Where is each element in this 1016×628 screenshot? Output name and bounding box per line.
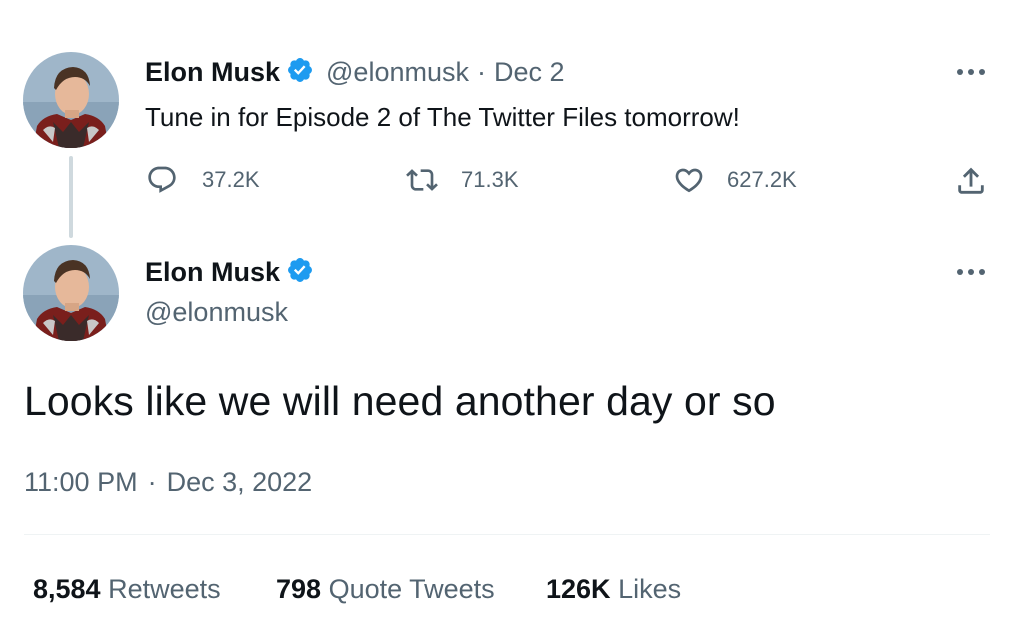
likes-label: Likes [618,574,682,604]
avatar[interactable] [23,52,119,148]
share-icon[interactable] [954,164,988,203]
retweet-button[interactable]: 71.3K [405,164,519,196]
tweet-date[interactable]: Dec 2 [494,57,565,88]
quote-tweets-label: Quote Tweets [328,574,495,604]
author-name[interactable]: Elon Musk [145,257,280,288]
like-count: 627.2K [727,167,797,192]
retweets-count: 8,584 [33,574,101,604]
tweet2-header: Elon Musk [145,256,314,289]
thread-connector-line [69,156,73,238]
reply-icon [146,164,178,196]
avatar[interactable] [23,245,119,341]
separator-dot: · [147,467,157,497]
tweet-text: Looks like we will need another day or s… [24,378,776,424]
author-handle[interactable]: @elonmusk [326,57,469,88]
author-handle[interactable]: @elonmusk [145,297,288,328]
author-name[interactable]: Elon Musk [145,57,280,88]
separator-dot: · [476,57,486,87]
divider [24,534,990,535]
verified-badge-icon [286,56,314,89]
retweet-icon [405,164,439,196]
more-options-icon[interactable] [954,262,988,287]
retweets-label: Retweets [108,574,221,604]
tweet-time[interactable]: 11:00 PM [24,467,138,498]
retweets-stat[interactable]: 8,584 Retweets [33,574,221,605]
tweet-timestamp[interactable]: 11:00 PM · Dec 3, 2022 [24,467,312,498]
verified-badge-icon [286,256,314,289]
likes-stat[interactable]: 126K Likes [546,574,681,605]
tweet-date[interactable]: Dec 3, 2022 [167,467,313,498]
tweet1-header: Elon Musk @elonmusk · Dec 2 [145,56,565,89]
quote-tweets-stat[interactable]: 798 Quote Tweets [276,574,495,605]
reply-count: 37.2K [202,167,260,192]
reply-button[interactable]: 37.2K [146,164,260,196]
likes-count: 126K [546,574,611,604]
quote-tweets-count: 798 [276,574,322,604]
retweet-count: 71.3K [461,167,519,192]
like-button[interactable]: 627.2K [673,164,797,196]
heart-icon [673,164,705,196]
more-options-icon[interactable] [954,62,988,87]
tweet-text: Tune in for Episode 2 of The Twitter Fil… [145,102,740,132]
